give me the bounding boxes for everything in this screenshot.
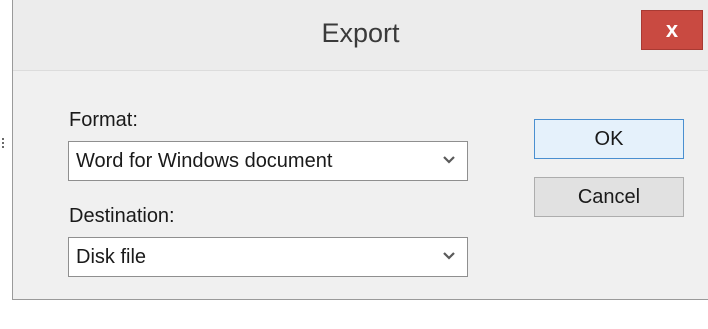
close-icon: x bbox=[665, 17, 679, 42]
destination-select[interactable]: Disk file bbox=[68, 237, 468, 277]
format-label: Format: bbox=[69, 109, 138, 131]
ok-button-label: OK bbox=[594, 127, 624, 150]
format-select[interactable]: Word for Windows document bbox=[68, 141, 468, 181]
dialog-title: Export bbox=[321, 18, 400, 48]
destination-select-value: Disk file bbox=[76, 246, 147, 268]
destination-label: Destination: bbox=[69, 205, 175, 227]
format-select-value: Word for Windows document bbox=[76, 150, 333, 172]
chevron-down-icon bbox=[443, 156, 455, 164]
ok-button[interactable]: OK bbox=[534, 119, 684, 159]
dialog-content: Format: Word for Windows document Destin… bbox=[13, 71, 708, 299]
cancel-button[interactable]: Cancel bbox=[534, 177, 684, 217]
background-window-edge bbox=[0, 0, 10, 329]
edge-marker bbox=[2, 138, 7, 148]
chevron-down-icon bbox=[443, 252, 455, 260]
close-button[interactable]: x bbox=[641, 10, 703, 50]
title-bar[interactable]: Export x bbox=[13, 0, 708, 71]
export-dialog: Export x Format: Word for Windows docume… bbox=[12, 0, 708, 300]
cancel-button-label: Cancel bbox=[577, 185, 641, 208]
